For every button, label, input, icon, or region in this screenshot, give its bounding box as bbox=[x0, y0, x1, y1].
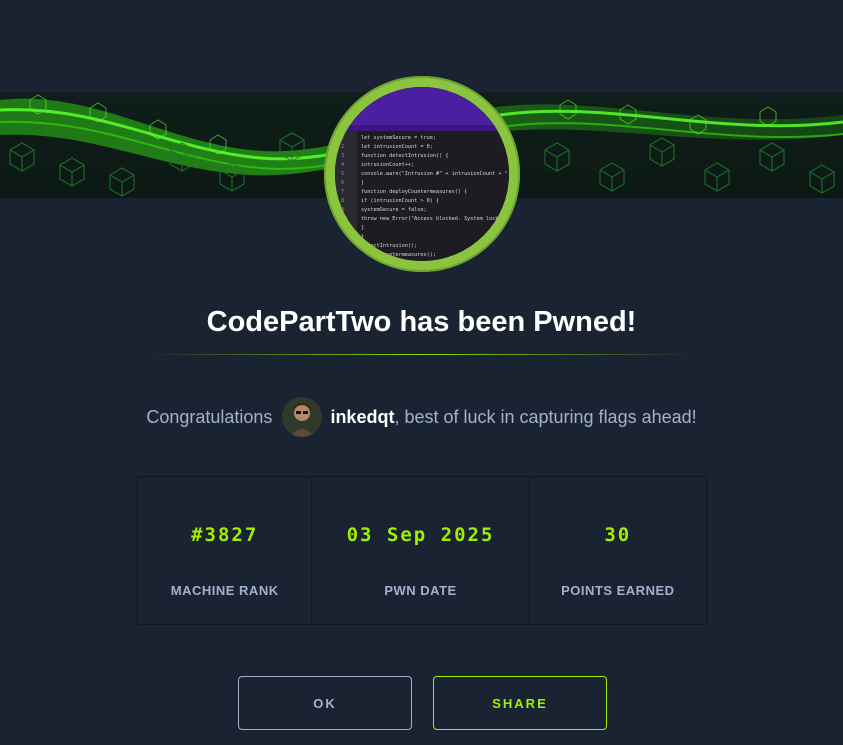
ok-button[interactable]: OK bbox=[238, 676, 412, 730]
code-line-number: 2 bbox=[341, 144, 344, 150]
code-line-number: 7 bbox=[341, 189, 344, 195]
stats-panel: #3827 MACHINE RANK 03 Sep 2025 PWN DATE … bbox=[137, 476, 707, 625]
share-button[interactable]: SHARE bbox=[433, 676, 607, 730]
stat-pwn-date: 03 Sep 2025 PWN DATE bbox=[312, 477, 530, 624]
user-avatar bbox=[282, 397, 323, 437]
title-divider bbox=[146, 354, 696, 355]
code-line-number: 3 bbox=[341, 153, 344, 159]
code-line: systemSecure = false; bbox=[361, 207, 427, 213]
congratulations-message: Congratulations inkedqt , best of luck i… bbox=[0, 395, 843, 439]
stat-label: MACHINE RANK bbox=[170, 583, 279, 598]
stat-value: 30 bbox=[604, 524, 632, 546]
code-line: throw new Error("Access blocked. System … bbox=[361, 216, 509, 222]
code-line-number: 13 bbox=[341, 243, 347, 249]
machine-avatar: 1 let systemSecure = true; 2 let intrusionC… bbox=[335, 87, 509, 261]
code-line: let intrusionCount = 0; bbox=[361, 144, 433, 150]
code-line: intrusionCount++; bbox=[361, 162, 414, 168]
code-line: console.warn("Intrusion #" + intrusionCo… bbox=[361, 171, 509, 177]
code-line: function deployCountermeasures() { bbox=[361, 189, 467, 195]
stat-machine-rank: #3827 MACHINE RANK bbox=[138, 477, 313, 624]
stat-value: #3827 bbox=[191, 524, 259, 546]
code-line: function detectIntrusion() { bbox=[361, 153, 448, 159]
ok-button-label: OK bbox=[313, 695, 337, 711]
share-button-label: SHARE bbox=[492, 695, 548, 711]
stat-points-earned: 30 POINTS EARNED bbox=[530, 477, 706, 624]
page-title: CodePartTwo has been Pwned! bbox=[206, 306, 637, 338]
stat-label: PWN DATE bbox=[384, 583, 457, 598]
congrats-prefix: Congratulations bbox=[146, 406, 273, 427]
code-line-number: 8 bbox=[341, 198, 344, 204]
code-line: } bbox=[361, 180, 364, 186]
congrats-suffix: , best of luck in capturing flags ahead! bbox=[394, 406, 697, 427]
username: inkedqt bbox=[330, 406, 395, 427]
code-line: let systemSecure = true; bbox=[361, 135, 436, 141]
code-line-number: 14 bbox=[341, 252, 347, 258]
stat-value: 03 Sep 2025 bbox=[346, 524, 495, 546]
user-avatar-image bbox=[282, 397, 323, 437]
machine-code-image: 1 let systemSecure = true;2 let intrusionC… bbox=[335, 87, 509, 261]
code-line-number: 5 bbox=[341, 171, 344, 177]
code-line: } bbox=[361, 225, 364, 231]
code-line-number: 4 bbox=[341, 162, 344, 168]
stat-label: POINTS EARNED bbox=[561, 583, 675, 598]
code-line: if (intrusionCount > 0) { bbox=[361, 198, 439, 204]
code-line-number: 6 bbox=[341, 180, 344, 186]
